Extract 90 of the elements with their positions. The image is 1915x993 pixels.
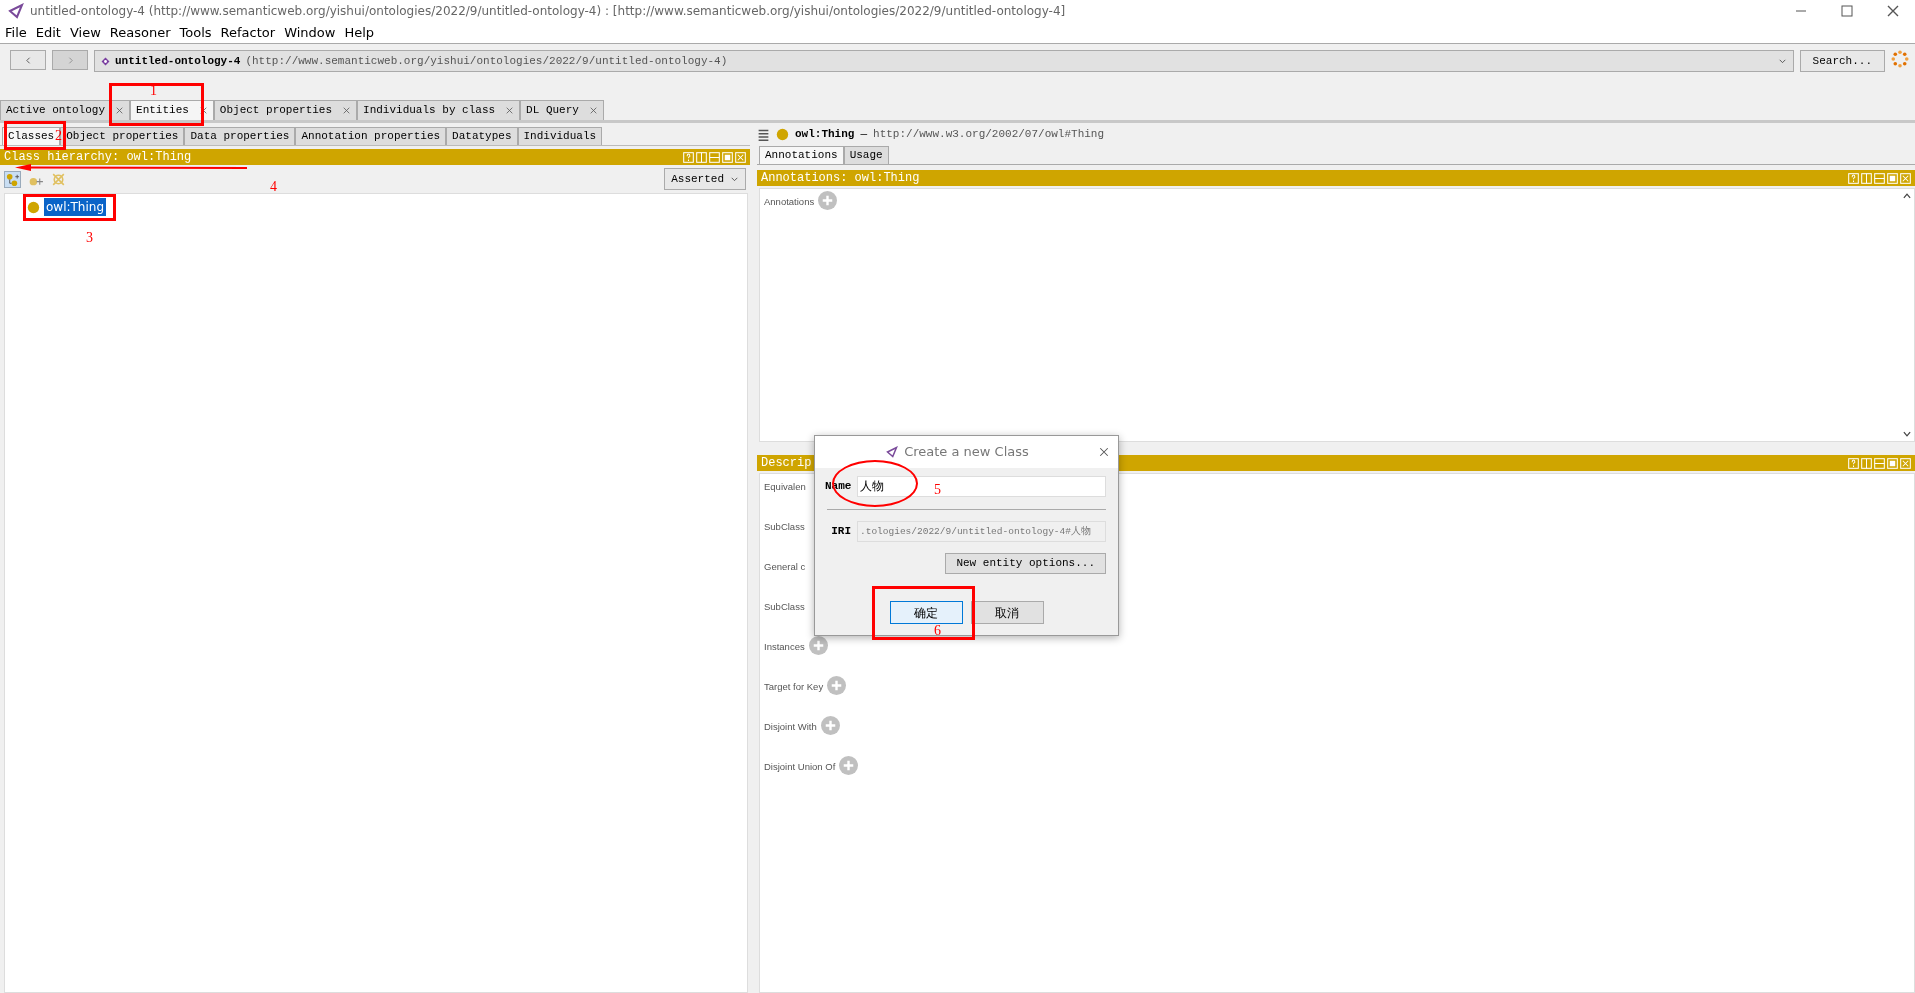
add-icon[interactable] xyxy=(827,676,847,695)
cancel-button[interactable]: 取消 xyxy=(970,601,1044,624)
add-icon[interactable] xyxy=(820,716,840,735)
tab[interactable]: Annotations xyxy=(759,146,844,164)
maximize-icon[interactable] xyxy=(1887,172,1898,184)
tab[interactable]: Individuals xyxy=(517,127,603,145)
tab[interactable]: DL Query xyxy=(520,100,604,120)
menu-item[interactable]: Edit xyxy=(35,22,61,43)
tab[interactable]: Object properties xyxy=(213,100,358,120)
section-label: General c xyxy=(764,560,806,574)
annotation-number: 3 xyxy=(86,231,93,245)
close-icon[interactable] xyxy=(342,106,352,115)
iri-field: .tologies/2022/9/untitled-ontology-4#人物 xyxy=(857,521,1106,542)
ontology-iri: (http://www.semanticweb.org/yishui/ontologies/2022/9/untitled-ontology-4) xyxy=(245,53,728,69)
tab[interactable]: Annotation properties xyxy=(295,127,447,145)
section-label: Disjoint With xyxy=(764,720,817,734)
menu-item[interactable]: View xyxy=(69,22,101,43)
ontology-selector[interactable]: untitled-ontology-4 (http://www.semanticweb.org/yishui/ontologies/2022/9/untitled-ontology-4) xyxy=(94,50,1794,72)
section-label: Disjoint Union Of xyxy=(764,760,836,774)
split-vertical-icon[interactable] xyxy=(696,151,707,163)
class-icon xyxy=(776,127,789,141)
tab[interactable]: Data properties xyxy=(184,127,296,145)
split-vertical-icon[interactable] xyxy=(1861,172,1872,184)
app-logo-icon xyxy=(8,3,24,19)
highlight-box xyxy=(4,121,66,150)
back-button[interactable] xyxy=(10,50,46,70)
panel-title: Class hierarchy: owl:Thing xyxy=(4,149,192,166)
section-label: Instances xyxy=(764,640,805,654)
spinner-icon xyxy=(1891,50,1909,68)
annotation-number: 4 xyxy=(270,180,277,194)
add-icon[interactable] xyxy=(839,756,859,775)
split-horizontal-icon[interactable] xyxy=(1874,457,1885,469)
tab[interactable]: Individuals by class xyxy=(357,100,521,120)
ok-button[interactable]: 确定 xyxy=(889,601,963,624)
separator-text: — xyxy=(860,126,868,142)
panel-title: Descrip xyxy=(761,455,812,472)
close-icon[interactable] xyxy=(1098,446,1110,458)
menu-item[interactable]: Reasoner xyxy=(109,22,171,43)
tree-item[interactable]: owl:Thing xyxy=(44,198,107,216)
class-icon xyxy=(27,200,40,214)
maximize-icon[interactable] xyxy=(1839,3,1855,19)
menu-icon[interactable] xyxy=(757,127,770,141)
diamond-icon xyxy=(101,56,110,66)
ontology-name: untitled-ontology-4 xyxy=(115,53,241,69)
maximize-icon[interactable] xyxy=(722,151,733,163)
menu-item[interactable]: Refactor xyxy=(220,22,276,43)
split-horizontal-icon[interactable] xyxy=(709,151,720,163)
entity-iri: http://www.w3.org/2002/07/owl#Thing xyxy=(873,126,1105,142)
search-button[interactable]: Search... xyxy=(1799,50,1885,72)
menu-item[interactable]: File xyxy=(5,22,27,43)
annotation-number: 5 xyxy=(934,483,941,497)
maximize-icon[interactable] xyxy=(1887,457,1898,469)
section-label: Equivalen xyxy=(764,480,806,494)
help-icon[interactable] xyxy=(1848,172,1859,184)
annotation-number: 2 xyxy=(55,129,62,143)
menu-item[interactable]: Help xyxy=(344,22,375,43)
add-icon[interactable] xyxy=(818,191,838,210)
add-subclass-icon[interactable] xyxy=(4,170,21,188)
tab[interactable]: Datatypes xyxy=(446,127,518,145)
close-icon[interactable] xyxy=(505,106,515,115)
menu-item[interactable]: Window xyxy=(284,22,336,43)
tab[interactable]: Usage xyxy=(843,146,889,164)
section-label: Annotations xyxy=(764,195,815,209)
help-icon[interactable] xyxy=(1848,457,1859,469)
forward-button[interactable] xyxy=(52,50,88,70)
section-label: SubClass xyxy=(764,600,805,614)
menu-item[interactable]: Tools xyxy=(179,22,212,43)
panel-title: Annotations: owl:Thing xyxy=(761,170,920,187)
split-horizontal-icon[interactable] xyxy=(1874,172,1885,184)
add-icon[interactable] xyxy=(808,636,828,655)
split-vertical-icon[interactable] xyxy=(1861,457,1872,469)
scroll-down-icon[interactable] xyxy=(1902,429,1912,439)
section-label: Target for Key xyxy=(764,680,824,694)
close-icon[interactable] xyxy=(588,106,598,115)
close-icon[interactable] xyxy=(1885,3,1901,19)
close-icon[interactable] xyxy=(115,106,125,115)
app-logo-icon xyxy=(886,446,899,458)
options-button[interactable]: New entity options... xyxy=(945,553,1106,574)
dialog-title: Create a new Class xyxy=(904,443,1029,462)
chevron-left-icon xyxy=(23,55,33,65)
section-label: SubClass xyxy=(764,520,805,534)
entity-name: owl:Thing xyxy=(795,126,855,142)
scroll-up-icon[interactable] xyxy=(1902,191,1912,201)
window-title: untitled-ontology-4 (http://www.semanticweb.org/yishui/ontologies/2022/9/untitled-ontology-4) : [http://www.semanticweb.org/yishui/ontologies/2022/9/untitled-ontology-4] xyxy=(30,3,1066,20)
tab[interactable]: Active ontology xyxy=(0,100,131,120)
help-icon[interactable] xyxy=(683,151,694,163)
annotation-number: 6 xyxy=(934,624,941,638)
tab[interactable]: Entities xyxy=(130,100,214,120)
field-label: IRI xyxy=(830,524,851,540)
view-dropdown[interactable]: Asserted xyxy=(664,168,746,190)
